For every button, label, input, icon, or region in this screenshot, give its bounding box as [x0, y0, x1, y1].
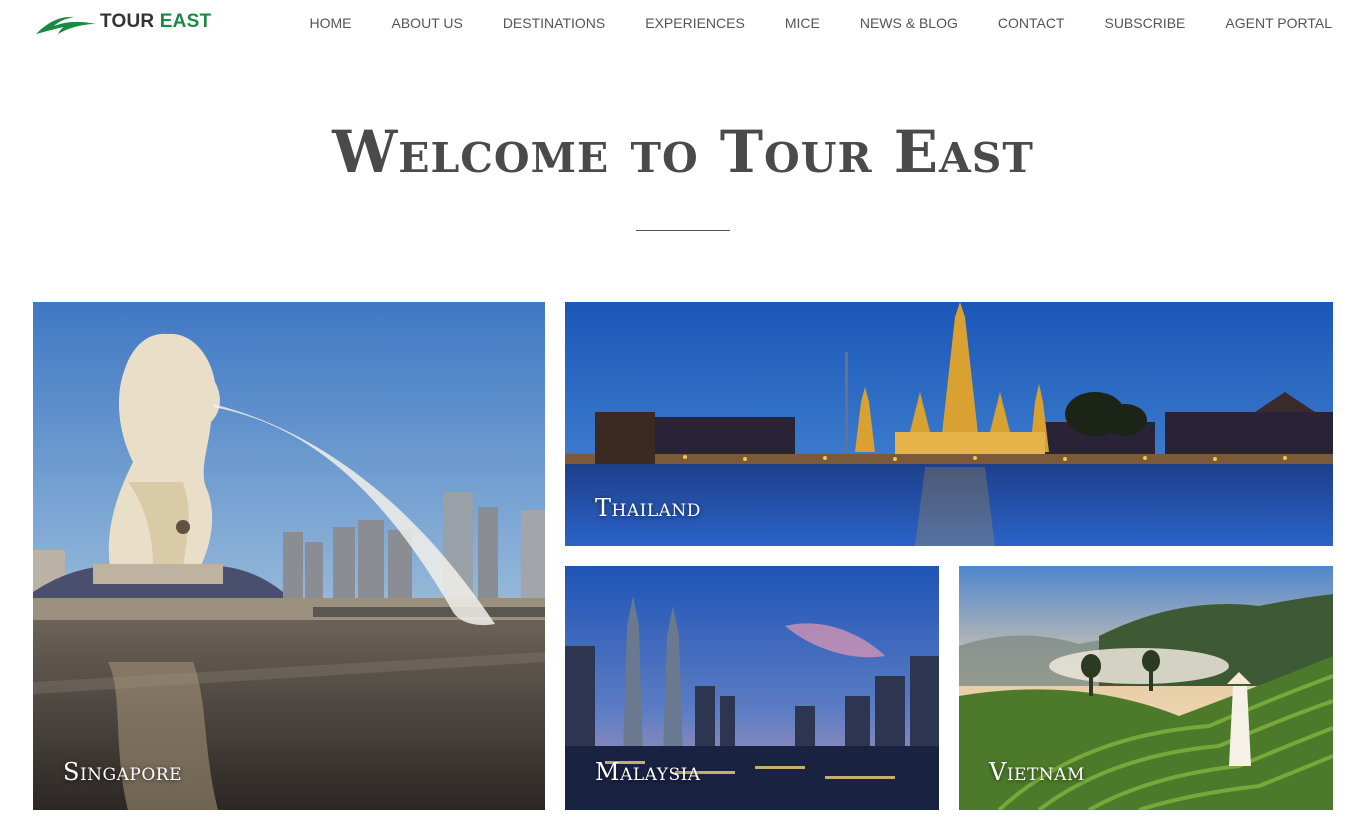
site-header: TOUR EAST HOME ABOUT US DESTINATIONS EXP… [0, 0, 1366, 48]
title-divider [636, 230, 730, 231]
nav-contact[interactable]: CONTACT [998, 15, 1065, 31]
vietnam-label: Vietnam [989, 758, 1085, 786]
swoosh-logo-icon [36, 16, 96, 34]
destination-tile-singapore[interactable]: Singapore [33, 302, 545, 810]
nav-agent-portal[interactable]: AGENT PORTAL [1225, 15, 1332, 31]
destination-tile-thailand[interactable]: Thailand [565, 302, 1333, 546]
singapore-label: Singapore [63, 758, 182, 786]
nav-about-us[interactable]: ABOUT US [392, 15, 463, 31]
nav-news-blog[interactable]: NEWS & BLOG [860, 15, 958, 31]
malaysia-label: Malaysia [595, 758, 701, 786]
nav-mice[interactable]: MICE [785, 15, 820, 31]
tour-east-logo[interactable]: TOUR EAST [34, 8, 214, 40]
logo-word-tour: TOUR [100, 11, 155, 32]
main-nav: HOME ABOUT US DESTINATIONS EXPERIENCES M… [310, 15, 1333, 31]
nav-home[interactable]: HOME [310, 15, 352, 31]
thailand-label: Thailand [595, 494, 701, 522]
page-title: Welcome to Tour East [332, 118, 1034, 186]
destination-tile-malaysia[interactable]: Malaysia [565, 566, 939, 810]
singapore-merlion-photo [33, 302, 545, 810]
nav-destinations[interactable]: DESTINATIONS [503, 15, 605, 31]
nav-subscribe[interactable]: SUBSCRIBE [1104, 15, 1185, 31]
logo-wordmark: TOUR EAST [100, 11, 211, 33]
logo-word-east: EAST [159, 11, 212, 32]
destination-tile-vietnam[interactable]: Vietnam [959, 566, 1333, 810]
nav-experiences[interactable]: EXPERIENCES [645, 15, 745, 31]
